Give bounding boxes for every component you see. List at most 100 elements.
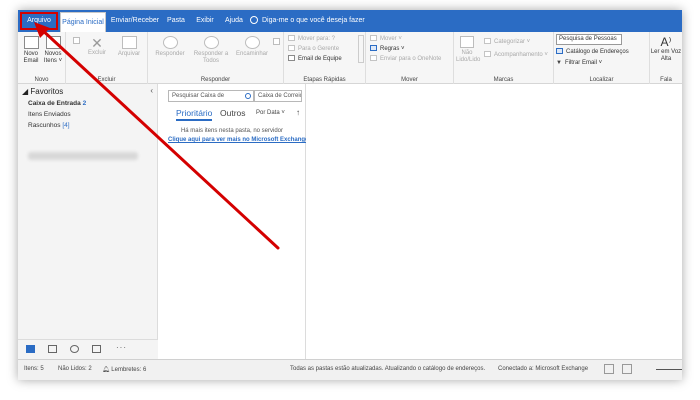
ignore-icon [72,37,80,44]
categorizar-button[interactable]: Categorizar ˅ [484,38,530,46]
onenote-button[interactable]: Enviar para o OneNote [370,55,441,63]
sort-dropdown[interactable]: Por Data ˅ [256,110,285,116]
group-novo: Novo Email Novos Itens ˅ Novo [18,32,66,84]
nao-lido-label: Não Lido/Lido [456,50,481,63]
group-excluir: ✕ Excluir Arquivar Excluir [66,32,148,84]
status-nao-lidos: Não Lidos: 2 [58,366,92,372]
folder-caixa-entrada[interactable]: Caixa de Entrada 2 [28,100,86,107]
responder-label: Responder [155,51,185,57]
empty-folder-message: Há mais itens nesta pasta, no servidor [180,128,284,134]
arquivar-label: Arquivar [117,51,141,57]
tab-pagina-inicial[interactable]: Página Inicial [60,12,106,32]
group-responder: Responder Responder a Todos Encaminhar R… [148,32,284,84]
group-mover: Mover ˅ Regras ˅ Enviar para o OneNote M… [366,32,454,84]
tab-prioritario[interactable]: Prioritário [176,108,213,121]
ler-em-voz-button[interactable]: A⁾ Ler em Voz Alta [650,35,682,63]
tab-pasta[interactable]: Pasta [164,10,188,32]
responder-todos-button[interactable]: Responder a Todos [190,36,232,65]
quick-steps-scroll[interactable] [358,35,364,63]
novo-email-button[interactable]: Novo Email [20,36,42,65]
status-sync: Todas as pastas estão atualizadas. Atual… [290,366,486,372]
mover-label: Mover ˅ [380,36,402,42]
categorize-icon [484,38,491,45]
group-label-responder: Responder [200,77,231,83]
folder-icon [288,35,295,42]
nao-lido-button[interactable]: Não Lido/Lido [456,36,481,64]
para-gerente-step[interactable]: Para o Gerente [288,45,339,53]
arquivar-button[interactable]: Arquivar [114,36,144,58]
normal-view-icon[interactable] [604,364,614,374]
novos-itens-label: Novos Itens ˅ [43,51,63,64]
tab-ajuda[interactable]: Ajuda [222,10,246,32]
lightbulb-icon [250,16,258,25]
excluir-button[interactable]: ✕ Excluir [82,36,112,57]
group-label-etapas: Etapas Rápidas [303,77,346,83]
mail-icon[interactable] [26,345,35,353]
delete-x-icon: ✕ [91,35,103,51]
move-icon [370,35,377,42]
search-input[interactable]: Pesquisar Caixa de [168,90,254,102]
zoom-slider[interactable] [656,369,682,370]
pesquisa-pessoas-input[interactable]: Pesquisa de Pessoas [556,34,622,45]
favoritos-label: Favoritos [30,87,64,96]
group-label-novo: Novo [34,77,49,83]
mover-para-step[interactable]: Mover para: ? [288,35,335,43]
ignore-button[interactable] [72,37,80,46]
manager-icon [288,45,295,52]
folder-caixa-entrada-label: Caixa de Entrada [28,100,81,107]
acompanhamento-button[interactable]: Acompanhamento ˅ [484,51,548,59]
ribbon: Novo Email Novos Itens ˅ Novo ✕ Excluir … [18,32,682,84]
search-scope-dropdown[interactable]: Caixa de Correio Atual [254,90,302,102]
encaminhar-button[interactable]: Encaminhar [232,36,272,58]
acompanhamento-label: Acompanhamento ˅ [494,52,548,58]
tasks-icon[interactable] [92,345,101,353]
filtrar-email-button[interactable]: ▼ Filtrar Email ˅ [556,59,602,67]
tab-exibir[interactable]: Exibir [192,10,218,32]
reading-view-icon[interactable] [622,364,632,374]
collapse-pane-icon[interactable]: ‹ [150,86,153,95]
sort-direction-icon[interactable]: ↑ [296,108,300,117]
email-equipe-step[interactable]: Email de Equipe [288,55,342,63]
more-respond-button[interactable] [272,38,280,47]
calendar-icon[interactable] [48,345,57,353]
folder-rascunhos-label: Rascunhos [28,122,61,129]
tell-me-box[interactable]: Diga-me o que você deseja fazer [250,10,365,32]
lembretes-label: Lembretes: 6 [111,367,147,373]
people-icon[interactable] [70,345,79,353]
novo-email-label: Novo Email [23,51,39,64]
search-icon[interactable] [245,93,251,99]
tab-outros[interactable]: Outros [220,108,246,118]
status-lembretes[interactable]: 🔔︎ Lembretes: 6 [102,366,146,373]
message-list: Pesquisar Caixa de Caixa de Correio Atua… [158,84,308,359]
group-label-excluir: Excluir [97,77,116,83]
filtrar-label: Filtrar Email ˅ [564,60,603,66]
folder-itens-enviados[interactable]: Itens Enviados [28,111,71,118]
status-itens: Itens: 5 [24,366,44,372]
mover-button[interactable]: Mover ˅ [370,35,402,43]
favoritos-header[interactable]: ◢ Favoritos [22,87,63,96]
account-name-blurred[interactable] [28,152,138,160]
group-localizar: Pesquisa de Pessoas Catálogo de Endereço… [554,32,650,84]
catalogo-button[interactable]: Catálogo de Endereços [556,48,629,56]
reply-icon [162,36,178,49]
catalogo-label: Catálogo de Endereços [566,49,629,55]
more-icon [272,38,280,45]
group-label-marcas: Marcas [493,77,514,83]
reply-all-icon [203,36,219,49]
regras-button[interactable]: Regras ˅ [370,45,405,53]
email-equipe-label: Email de Equipe [298,56,342,62]
folder-pane: ◢ Favoritos ‹ Caixa de Entrada 2 Itens E… [18,84,158,359]
tab-enviar-receber[interactable]: Enviar/Receber [110,10,160,32]
novos-itens-button[interactable]: Novos Itens ˅ [42,36,64,65]
folder-rascunhos[interactable]: Rascunhos [4] [28,122,70,129]
flag-icon [484,51,491,58]
exchange-link[interactable]: Clique aqui para ver mais no Microsoft E… [168,137,308,143]
responder-button[interactable]: Responder [150,36,190,58]
responder-todos-label: Responder a Todos [193,51,229,64]
read-aloud-icon: A⁾ [660,35,672,49]
group-label-fala: Fala [660,77,672,83]
para-gerente-label: Para o Gerente [298,46,340,52]
more-modules-icon[interactable]: ··· [116,343,127,352]
group-fala: A⁾ Ler em Voz Alta Fala [650,32,682,84]
encaminhar-label: Encaminhar [235,51,268,57]
